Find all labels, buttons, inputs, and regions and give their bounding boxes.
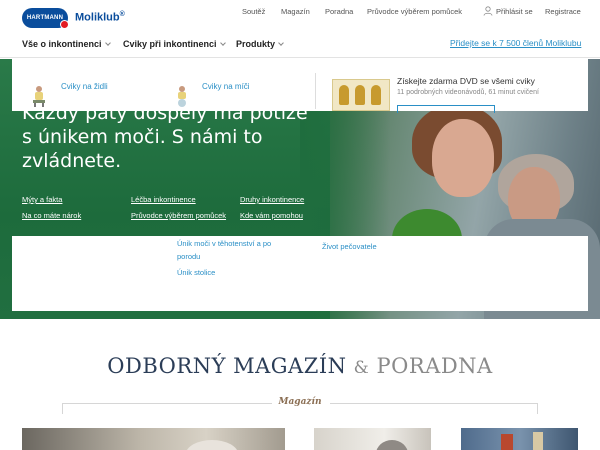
login-link[interactable]: Přihlásit se xyxy=(496,7,533,16)
hero-title-line: zvládnete. xyxy=(22,150,122,172)
hero-link-narok[interactable]: Na co máte nárok xyxy=(22,211,81,220)
hero-photo-woman-face xyxy=(432,119,494,197)
article-thumbnail-art xyxy=(501,432,543,450)
magazine-heading-main: ODBORNÝ MAGAZÍN xyxy=(107,354,347,378)
topnav-soutez[interactable]: Soutěž xyxy=(242,7,265,16)
dvd-offer-title: Získejte zdarma DVD se všemi cviky xyxy=(397,76,535,86)
exercise-ball-icon xyxy=(178,86,186,107)
magazine-heading-amp: & xyxy=(353,358,370,378)
hero-link-pruvodce[interactable]: Průvodce výběrem pomůcek xyxy=(131,211,226,220)
dropdown-divider xyxy=(315,73,316,109)
magazine-heading-second: PORADNA xyxy=(376,354,493,378)
article-thumbnail[interactable] xyxy=(22,428,285,450)
topnav-poradna[interactable]: Poradna xyxy=(325,7,353,16)
link-unik-v-tehotenstvi[interactable]: Únik moči v těhotenství a po xyxy=(177,237,271,250)
link-zivot-pecovatele[interactable]: Život pečovatele xyxy=(322,240,377,253)
hero-title-line: s únikem moči. S námi to xyxy=(22,126,263,148)
dropdown-bottom-panel: Únik moči v těhotenství a po porodu Únik… xyxy=(12,236,588,311)
chevron-down-icon xyxy=(219,40,226,46)
topnav-pruvodce[interactable]: Průvodce výběrem pomůcek xyxy=(367,7,462,16)
dvd-cover-figure xyxy=(371,85,381,105)
brand-name: Moliklub xyxy=(75,11,120,24)
hero-link-kde-pomohou[interactable]: Kde vám pomohou xyxy=(240,211,303,220)
chevron-down-icon xyxy=(104,40,111,46)
chevron-down-icon xyxy=(278,40,284,46)
exercise-chair-link[interactable]: Cviky na židli xyxy=(61,82,108,91)
hero-link-myty-a-fakta[interactable]: Mýty a fakta xyxy=(22,195,62,204)
dvd-order-button[interactable] xyxy=(397,105,495,113)
article-thumbnail-art xyxy=(376,440,408,450)
magazine-subheading: Magazín xyxy=(278,397,322,407)
hero-link-druhy[interactable]: Druhy inkontinence xyxy=(240,195,304,204)
dvd-cover-figure xyxy=(339,85,349,105)
link-unik-stolice[interactable]: Únik stolice xyxy=(177,266,215,279)
dvd-cover-image[interactable] xyxy=(332,79,390,111)
article-thumbnail[interactable] xyxy=(314,428,431,450)
brand-mark: ® xyxy=(119,11,125,18)
magazine-heading: ODBORNÝ MAGAZÍN & PORADNA xyxy=(0,354,600,378)
topnav-magazin[interactable]: Magazín xyxy=(281,7,310,16)
logo-badge-icon xyxy=(60,20,69,29)
mainnav-cviky[interactable]: Cviky při inkontinenci xyxy=(123,39,226,49)
site-header: HARTMANN Moliklub® Soutěž Magazín Poradn… xyxy=(0,0,600,58)
mainnav-vse-o-inkontinenci[interactable]: Vše o inkontinenci xyxy=(22,39,111,49)
exercise-ball-link[interactable]: Cviky na míči xyxy=(202,82,250,91)
exercise-chair-icon xyxy=(33,86,45,107)
dvd-cover-figure xyxy=(355,85,365,105)
hero-title: Každý pátý dospělý má potíže s únikem mo… xyxy=(22,101,322,173)
user-icon xyxy=(483,6,493,16)
dropdown-top-panel: Cviky na židli Cviky na míči Získejte zd… xyxy=(12,59,588,113)
mainnav-label: Cviky při inkontinenci xyxy=(123,39,217,49)
moliklub-brand[interactable]: Moliklub® xyxy=(75,11,125,24)
hero-link-lecba[interactable]: Léčba inkontinence xyxy=(131,195,196,204)
register-link[interactable]: Registrace xyxy=(545,7,581,16)
dvd-offer-subtitle: 11 podrobných videonávodů, 61 minut cvič… xyxy=(397,89,539,96)
article-thumbnail[interactable] xyxy=(461,428,578,450)
link-unik-v-tehotenstvi-cont[interactable]: porodu xyxy=(177,250,200,263)
mainnav-produkty[interactable]: Produkty xyxy=(236,39,284,49)
mainnav-label: Produkty xyxy=(236,39,276,49)
article-thumbnail-art xyxy=(187,440,237,450)
join-club-link[interactable]: Přidejte se k 7 500 členů Moliklubu xyxy=(450,38,581,48)
mainnav-label: Vše o inkontinenci xyxy=(22,39,102,49)
